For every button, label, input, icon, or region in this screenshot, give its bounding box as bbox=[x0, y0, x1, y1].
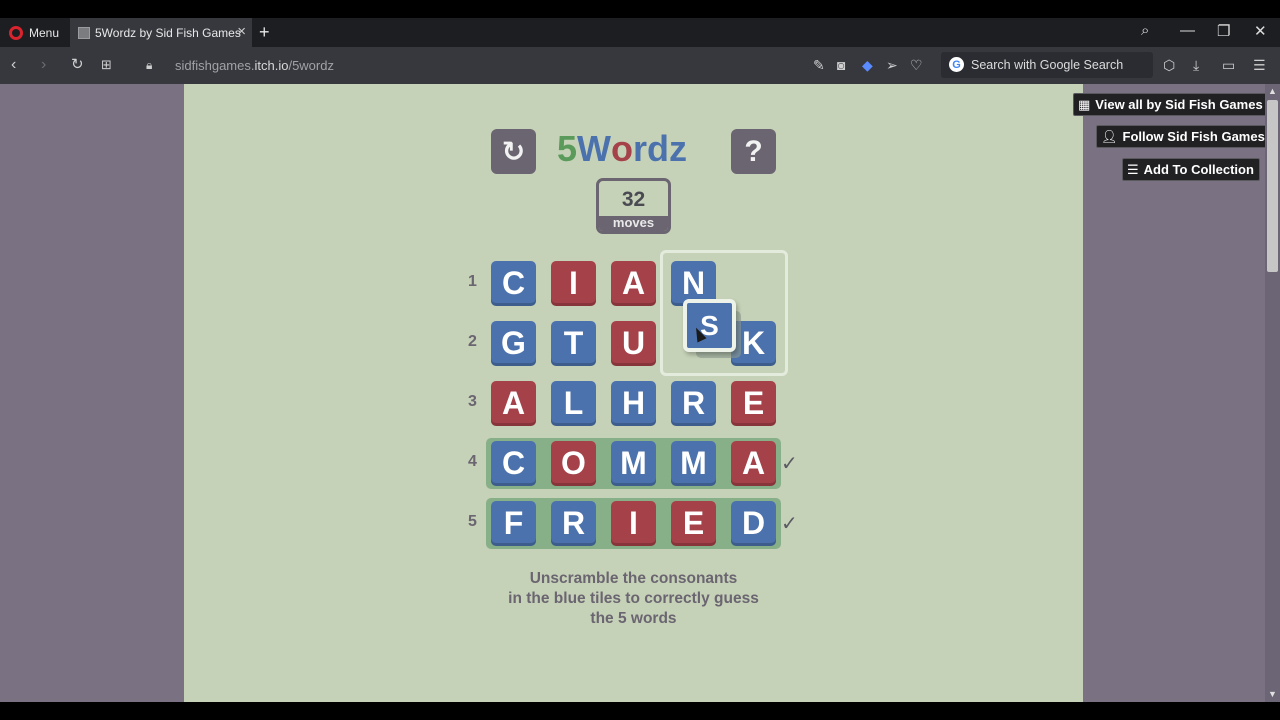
browser-menu-button[interactable]: Menu bbox=[0, 18, 68, 47]
add-user-icon: 👤︎ bbox=[1101, 128, 1118, 144]
letter-tile[interactable]: T bbox=[551, 321, 596, 366]
letter-tile[interactable]: F bbox=[491, 501, 536, 546]
new-tab-icon[interactable]: + bbox=[259, 22, 270, 43]
letter-tile[interactable]: L bbox=[551, 381, 596, 426]
logo-letter: W bbox=[577, 128, 612, 169]
letter-tile[interactable]: D bbox=[731, 501, 776, 546]
scrollbar[interactable]: ▲ ▼ bbox=[1265, 84, 1280, 702]
window-close-icon[interactable]: ✕ bbox=[1254, 22, 1267, 40]
minimize-icon[interactable]: — bbox=[1180, 22, 1195, 39]
edit-icon[interactable]: ✎ bbox=[813, 57, 825, 74]
search-input[interactable]: G Search with Google Search bbox=[941, 52, 1153, 78]
battery-icon[interactable]: ▭ bbox=[1222, 57, 1235, 74]
scroll-thumb[interactable] bbox=[1267, 100, 1278, 272]
send-icon[interactable]: ➢ bbox=[886, 57, 898, 74]
help-label: ? bbox=[744, 134, 763, 168]
add-collection-label: Add To Collection bbox=[1143, 162, 1254, 177]
search-tabs-icon[interactable]: ⌕ bbox=[1141, 22, 1149, 39]
moves-count: 32 bbox=[621, 188, 646, 211]
letter-tile[interactable]: M bbox=[611, 441, 656, 486]
letter-tile[interactable]: G bbox=[491, 321, 536, 366]
itch-store-icon: ▦ bbox=[1078, 96, 1091, 112]
moves-counter: 32 moves bbox=[596, 178, 671, 234]
restart-icon: ↻ bbox=[501, 136, 526, 167]
url-host: itch.io bbox=[254, 58, 289, 73]
follow-label: Follow Sid Fish Games bbox=[1122, 129, 1265, 144]
letter-tile: A bbox=[491, 381, 536, 426]
restart-button[interactable]: ↻ bbox=[491, 129, 536, 174]
heart-icon[interactable]: ♡ bbox=[910, 57, 923, 74]
opera-logo-icon bbox=[9, 25, 23, 40]
tab-active[interactable]: 5Wordz by Sid Fish Games × bbox=[70, 18, 252, 47]
follow-button[interactable]: 👤︎ Follow Sid Fish Games bbox=[1096, 125, 1271, 148]
letter-tile: I bbox=[551, 261, 596, 306]
address-bar: ‹ › ↻ ⊞ 🔒︎ sidfishgames.itch.io/5wordz ✎… bbox=[0, 47, 1280, 84]
moves-label: moves bbox=[599, 216, 668, 231]
solved-check-icon: ✓ bbox=[781, 453, 798, 475]
instruction-line-1: Unscramble the consonants bbox=[529, 570, 738, 587]
view-all-button[interactable]: ▦ View all by Sid Fish Games bbox=[1073, 93, 1269, 116]
letter-tile[interactable]: M bbox=[671, 441, 716, 486]
tab-bar: Menu 5Wordz by Sid Fish Games × + ⌕ — ❐ … bbox=[0, 18, 1280, 47]
logo-letter: o bbox=[611, 128, 634, 169]
url-domain: sidfishgames. bbox=[175, 58, 255, 73]
letter-tile[interactable]: H bbox=[611, 381, 656, 426]
tab-title: 5Wordz by Sid Fish Games bbox=[95, 25, 241, 40]
letter-tile: A bbox=[731, 441, 776, 486]
row-number: 3 bbox=[468, 393, 477, 410]
vpn-shield-icon[interactable]: ◆ bbox=[862, 57, 873, 74]
url-path: /5wordz bbox=[288, 58, 334, 73]
letter-tile: I bbox=[611, 501, 656, 546]
scroll-down-icon[interactable]: ▼ bbox=[1268, 689, 1277, 699]
extensions-icon[interactable]: ⬡ bbox=[1163, 57, 1175, 74]
game-logo: 5Wordz bbox=[557, 128, 687, 170]
tab-close-icon[interactable]: × bbox=[237, 24, 246, 39]
speed-dial-icon[interactable]: ⊞ bbox=[101, 56, 112, 74]
instruction-line-2: in the blue tiles to correctly guess bbox=[508, 590, 759, 607]
playlist-add-icon: ☰ bbox=[1127, 161, 1139, 177]
search-placeholder: Search with Google Search bbox=[971, 58, 1124, 72]
instructions: Unscramble the consonants in the blue ti… bbox=[470, 569, 797, 629]
row-number: 4 bbox=[468, 453, 477, 470]
dragging-tile[interactable]: S bbox=[683, 299, 736, 352]
browser-menu-label: Menu bbox=[29, 25, 60, 40]
scroll-up-icon[interactable]: ▲ bbox=[1268, 86, 1277, 96]
letter-tile[interactable]: R bbox=[671, 381, 716, 426]
download-icon[interactable]: ⤓ bbox=[1193, 57, 1199, 74]
lock-icon: 🔒︎ bbox=[146, 58, 153, 72]
instruction-line-3: the 5 words bbox=[590, 610, 677, 627]
os-bottom-strip bbox=[0, 702, 1280, 720]
letter-tile: O bbox=[551, 441, 596, 486]
easy-setup-icon[interactable]: ☰ bbox=[1253, 57, 1266, 74]
letter-tile[interactable]: C bbox=[491, 261, 536, 306]
row-number: 1 bbox=[468, 273, 477, 290]
letter-tile: E bbox=[731, 381, 776, 426]
add-to-collection-button[interactable]: ☰ Add To Collection bbox=[1122, 158, 1260, 181]
logo-letter: z bbox=[669, 128, 688, 169]
letter-tile[interactable]: R bbox=[551, 501, 596, 546]
back-icon[interactable]: ‹ bbox=[11, 56, 16, 74]
google-icon: G bbox=[949, 57, 964, 72]
view-all-label: View all by Sid Fish Games bbox=[1095, 97, 1263, 112]
logo-letter: d bbox=[647, 128, 670, 169]
letter-tile: E bbox=[671, 501, 716, 546]
forward-icon[interactable]: › bbox=[41, 56, 46, 74]
url-field[interactable]: sidfishgames.itch.io/5wordz bbox=[175, 58, 334, 73]
logo-letter: r bbox=[633, 128, 648, 169]
restore-icon[interactable]: ❐ bbox=[1217, 22, 1230, 40]
row-number: 5 bbox=[468, 513, 477, 530]
letter-tile: A bbox=[611, 261, 656, 306]
row-number: 2 bbox=[468, 333, 477, 350]
logo-letter: 5 bbox=[557, 128, 578, 169]
letter-tile[interactable]: C bbox=[491, 441, 536, 486]
solved-check-icon: ✓ bbox=[781, 513, 798, 535]
page-viewport: ▦ View all by Sid Fish Games 👤︎ Follow S… bbox=[0, 84, 1280, 702]
os-top-strip bbox=[0, 0, 1280, 18]
help-button[interactable]: ? bbox=[731, 129, 776, 174]
tab-favicon-icon bbox=[78, 26, 90, 39]
reload-icon[interactable]: ↻ bbox=[71, 56, 84, 74]
camera-icon[interactable]: ◙ bbox=[837, 57, 845, 73]
letter-tile: U bbox=[611, 321, 656, 366]
